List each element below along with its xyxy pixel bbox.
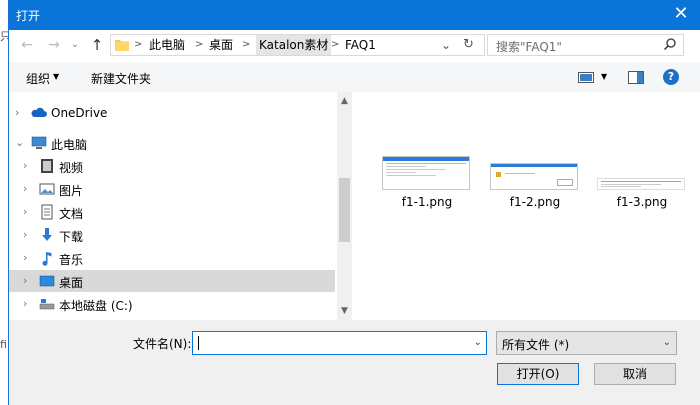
close-icon[interactable]: ✕: [669, 2, 693, 26]
address-bar[interactable]: > 此电脑 > 桌面 > Katalon素材 > FAQ1 ⌄ ↻: [110, 34, 485, 56]
file-item[interactable]: f1-2.png: [485, 152, 585, 212]
folder-icon: [115, 38, 129, 51]
sidebar-item-label: 桌面: [59, 276, 84, 290]
title-bar: 打开 ✕: [9, 0, 700, 30]
chevron-right-icon[interactable]: ›: [23, 297, 33, 311]
sidebar-item-label: 音乐: [59, 253, 84, 267]
breadcrumb-item[interactable]: Katalon素材: [256, 35, 332, 55]
search-icon: [663, 37, 677, 54]
drive-icon: [39, 296, 55, 312]
cancel-button[interactable]: 取消: [594, 363, 676, 385]
chevron-right-icon[interactable]: ›: [23, 228, 33, 242]
breadcrumb-separator-icon: >: [331, 39, 340, 50]
cloud-icon: [31, 105, 47, 121]
command-toolbar: 组织 ▼ 新建文件夹 ▼ ?: [9, 62, 700, 92]
file-item[interactable]: f1-3.png: [592, 152, 692, 212]
pictures-icon: [39, 181, 55, 197]
chevron-right-icon[interactable]: ›: [23, 159, 33, 173]
search-input[interactable]: 搜索"FAQ1": [496, 38, 562, 55]
breadcrumb-item-current[interactable]: FAQ1: [345, 35, 376, 55]
filetype-select[interactable]: 所有文件 (*) ⌄: [496, 331, 677, 355]
sidebar-item-label: 视频: [59, 161, 84, 175]
background-text-fragment: fi: [0, 338, 7, 351]
chevron-down-icon: ▼: [53, 72, 60, 81]
file-list: f1-1.png f1-2.png f1-3.png: [352, 92, 700, 320]
filetype-value: 所有文件 (*): [502, 338, 570, 352]
sidebar-item-label: 图片: [59, 184, 84, 198]
scrollbar-thumb[interactable]: [339, 178, 350, 242]
forward-icon[interactable]: →: [44, 34, 64, 56]
help-icon[interactable]: ?: [663, 69, 679, 85]
scroll-down-icon[interactable]: ▼: [337, 304, 352, 318]
sidebar-item-documents[interactable]: › 文档: [9, 201, 335, 223]
breadcrumb-separator-icon: >: [242, 39, 251, 50]
sidebar-item-local-disk[interactable]: › 本地磁盘 (C:): [9, 293, 335, 315]
file-name: f1-1.png: [401, 195, 453, 209]
documents-icon: [39, 204, 55, 220]
image-thumbnail: [382, 156, 470, 190]
file-name: f1-3.png: [616, 195, 668, 209]
up-icon[interactable]: ↑: [87, 34, 107, 56]
dialog-title: 打开: [16, 9, 41, 23]
sidebar-item-this-pc[interactable]: ⌄ 此电脑: [9, 132, 335, 154]
text-caret: [198, 336, 199, 350]
sidebar-item-label: 文档: [59, 207, 84, 221]
search-box[interactable]: 搜索"FAQ1": [487, 34, 684, 56]
downloads-icon: [39, 227, 55, 243]
sidebar-item-videos[interactable]: › 视频: [9, 155, 335, 177]
chevron-down-icon[interactable]: ▼: [601, 72, 607, 81]
image-thumbnail: [597, 178, 685, 190]
breadcrumb-separator-icon: >: [195, 39, 204, 50]
sidebar-item-onedrive[interactable]: › OneDrive: [9, 102, 335, 124]
navigation-scrollbar[interactable]: ▲ ▼: [337, 92, 352, 320]
navigation-pane: › OneDrive ⌄ 此电脑 › 视频 › 图片 › 文档 › 下载 › 音…: [9, 92, 352, 320]
file-name: f1-2.png: [509, 195, 561, 209]
sidebar-item-pictures[interactable]: › 图片: [9, 178, 335, 200]
scroll-up-icon[interactable]: ▲: [337, 94, 352, 108]
new-folder-button[interactable]: 新建文件夹: [91, 70, 151, 87]
address-dropdown-icon[interactable]: ⌄: [441, 35, 451, 55]
filename-label: 文件名(N):: [133, 337, 192, 351]
sidebar-item-desktop[interactable]: › 桌面: [9, 270, 335, 292]
breadcrumb-item[interactable]: 桌面: [209, 35, 233, 55]
chevron-right-icon[interactable]: ›: [23, 251, 33, 265]
chevron-right-icon[interactable]: ›: [23, 274, 33, 288]
sidebar-item-label: 此电脑: [51, 138, 88, 152]
view-options-icon[interactable]: [578, 72, 594, 83]
file-item[interactable]: f1-1.png: [377, 152, 477, 212]
sidebar-item-label: OneDrive: [51, 106, 108, 120]
video-icon: [39, 158, 55, 174]
sidebar-item-music[interactable]: › 音乐: [9, 247, 335, 269]
image-thumbnail: [490, 163, 578, 190]
organize-menu-button[interactable]: 组织: [26, 70, 50, 87]
chevron-right-icon[interactable]: ›: [15, 106, 25, 120]
content-area: › OneDrive ⌄ 此电脑 › 视频 › 图片 › 文档 › 下载 › 音…: [9, 92, 700, 320]
open-button[interactable]: 打开(O): [497, 363, 579, 385]
desktop-icon: [39, 273, 55, 289]
sidebar-item-label: 下载: [59, 230, 84, 244]
back-icon[interactable]: ←: [17, 34, 37, 56]
music-icon: [39, 250, 55, 266]
open-file-dialog: 打开 ✕ ← → ⌄ ↑ > 此电脑 > 桌面 > Katalon素材 > FA…: [8, 0, 700, 405]
sidebar-item-downloads[interactable]: › 下载: [9, 224, 335, 246]
chevron-right-icon[interactable]: ›: [23, 182, 33, 196]
breadcrumb-item[interactable]: 此电脑: [149, 35, 185, 55]
chevron-down-icon[interactable]: ⌄: [474, 337, 482, 348]
preview-pane-icon[interactable]: [628, 71, 644, 84]
refresh-icon[interactable]: ↻: [463, 35, 474, 55]
dialog-footer: 文件名(N): ⌄ 所有文件 (*) ⌄ 打开(O) 取消: [9, 320, 700, 405]
breadcrumb-separator-icon: >: [134, 39, 143, 50]
chevron-down-icon[interactable]: ⌄: [663, 337, 671, 348]
computer-icon: [31, 135, 47, 151]
sidebar-item-label: 本地磁盘 (C:): [59, 299, 133, 313]
chevron-right-icon[interactable]: ›: [23, 205, 33, 219]
filename-input[interactable]: ⌄: [192, 331, 487, 355]
chevron-down-icon[interactable]: ⌄: [15, 136, 25, 150]
navigation-bar: ← → ⌄ ↑ > 此电脑 > 桌面 > Katalon素材 > FAQ1 ⌄ …: [9, 30, 700, 62]
recent-locations-icon[interactable]: ⌄: [65, 34, 85, 56]
